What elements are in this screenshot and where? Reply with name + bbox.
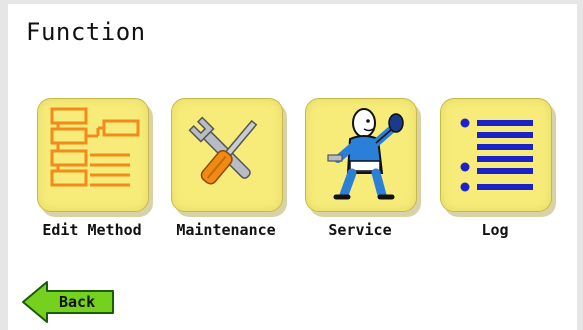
service-button[interactable] <box>305 98 417 212</box>
wrench-screwdriver-icon <box>188 116 258 185</box>
back-button[interactable]: Back <box>21 280 117 324</box>
page-title: Function <box>26 18 146 46</box>
service-technician-icon <box>327 108 404 200</box>
flowchart-icon <box>50 107 140 187</box>
back-label: Back <box>59 293 96 311</box>
maintenance-label: Maintenance <box>176 221 276 239</box>
edit-method-button[interactable] <box>37 98 149 212</box>
log-button[interactable] <box>440 98 552 212</box>
maintenance-button[interactable] <box>171 98 283 212</box>
list-icon <box>460 118 533 192</box>
edit-method-label: Edit Method <box>42 221 142 239</box>
function-screen: Function Edit Method Maintenance Service… <box>8 4 577 330</box>
log-label: Log <box>481 221 509 239</box>
service-label: Service <box>328 221 392 239</box>
